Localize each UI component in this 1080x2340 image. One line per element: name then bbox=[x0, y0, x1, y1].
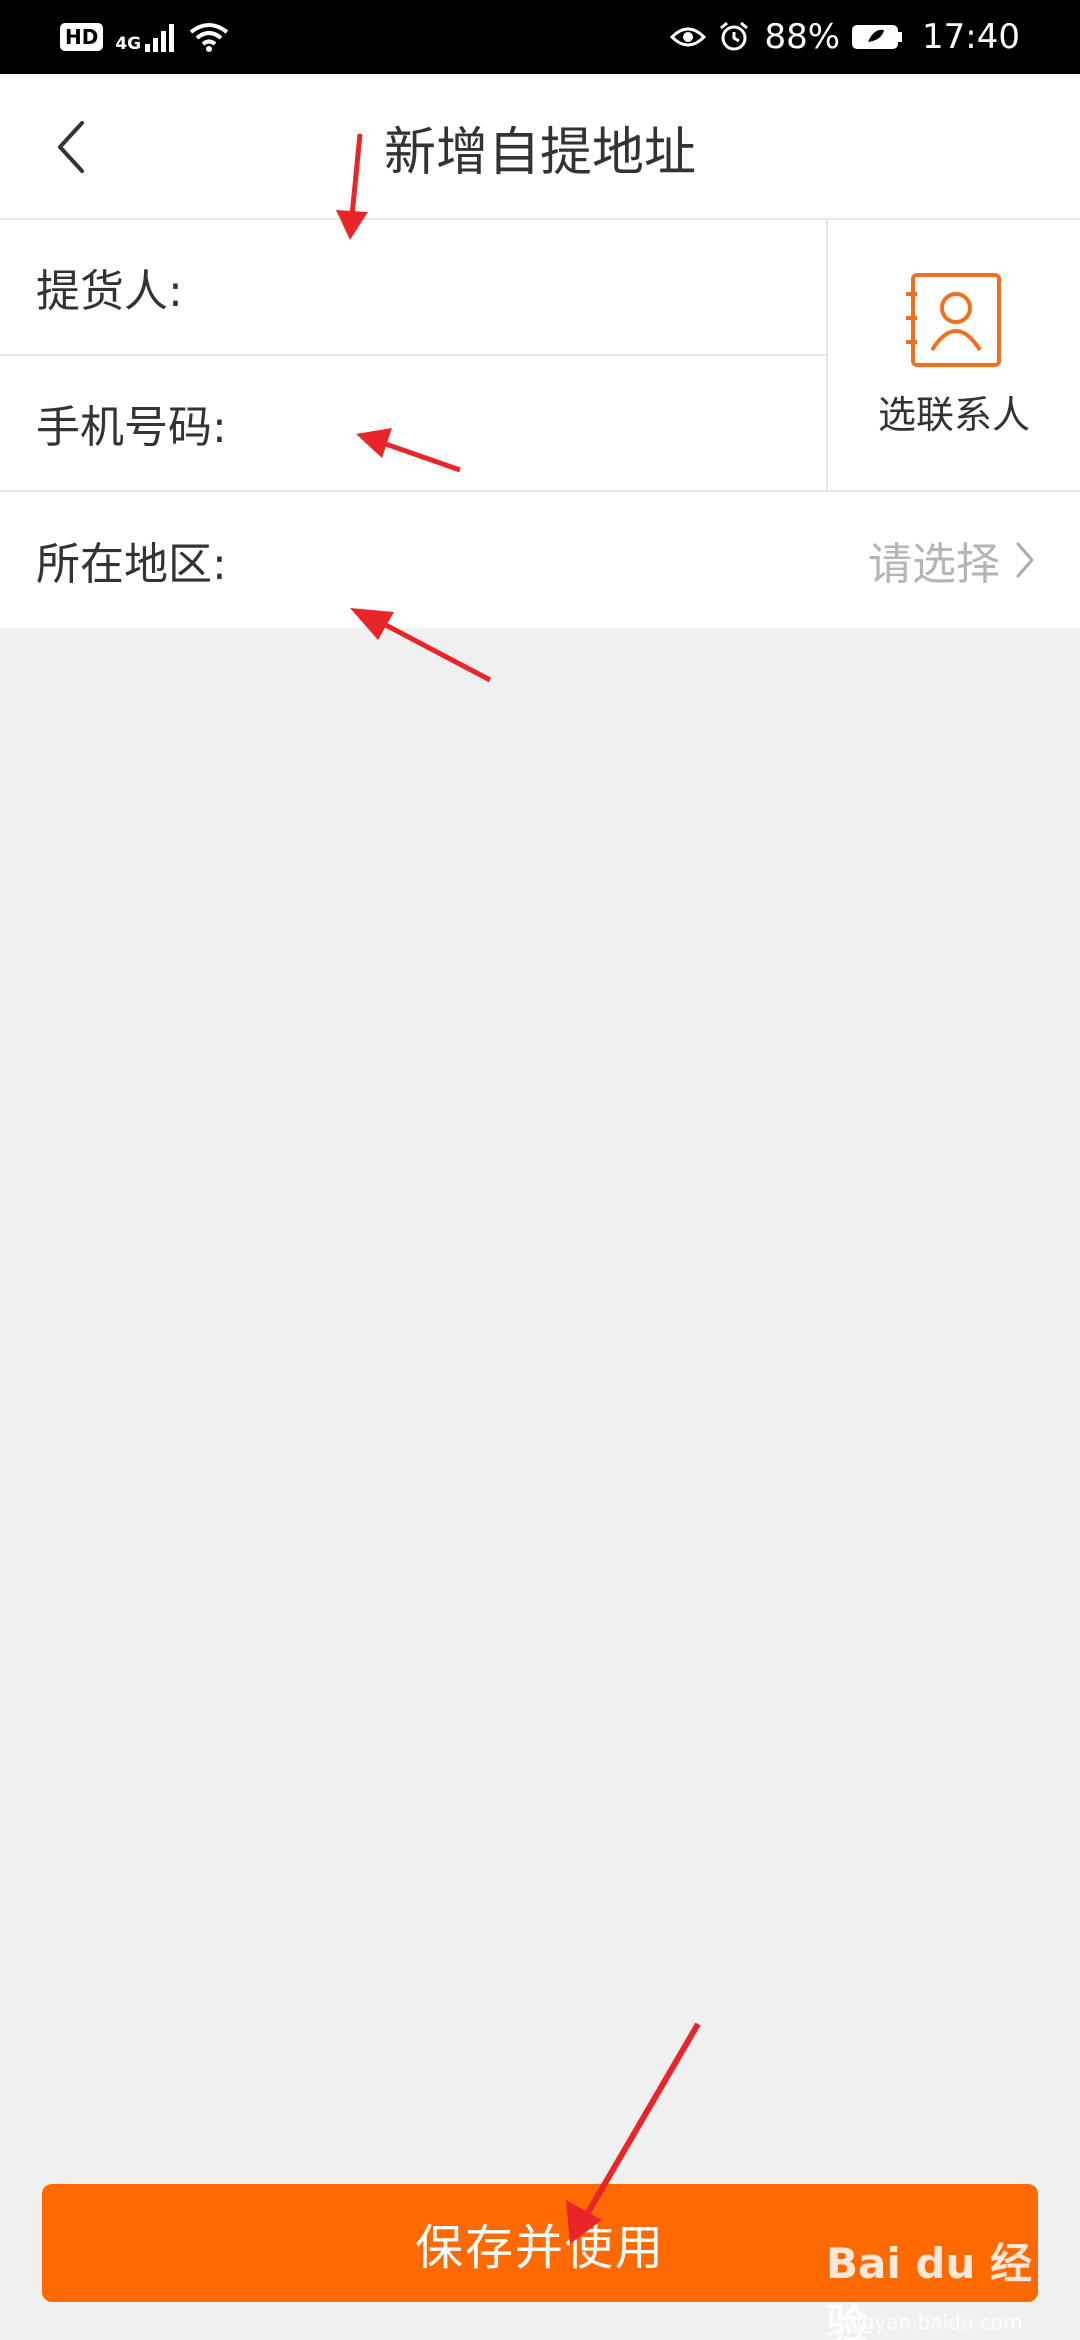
alarm-icon bbox=[720, 21, 749, 51]
phone-row: 手机号码: bbox=[0, 356, 826, 492]
select-contact-label: 选联系人 bbox=[877, 392, 1030, 437]
status-left: HD 4G bbox=[60, 20, 229, 54]
contact-book-icon bbox=[906, 272, 1001, 367]
consignee-input[interactable] bbox=[192, 237, 826, 337]
clock: 17:40 bbox=[922, 17, 1020, 57]
battery-icon bbox=[852, 25, 903, 49]
battery-percent: 88% bbox=[764, 17, 841, 57]
region-label: 所在地区: bbox=[36, 539, 227, 590]
region-selector[interactable]: 请选择 bbox=[868, 528, 1036, 592]
region-placeholder: 请选择 bbox=[868, 539, 1000, 590]
chevron-right-icon bbox=[1016, 542, 1034, 578]
page-title: 新增自提地址 bbox=[383, 122, 696, 183]
hd-badge: HD bbox=[60, 23, 104, 51]
consignee-row: 提货人: bbox=[0, 220, 826, 356]
consignee-label: 提货人: bbox=[36, 266, 183, 317]
network-type: 4G bbox=[115, 34, 142, 54]
status-bar: HD 4G 88% 17:40 bbox=[0, 0, 1080, 74]
eye-icon bbox=[670, 27, 707, 47]
status-right: 88% 17:40 bbox=[670, 17, 1020, 57]
phone-input[interactable] bbox=[236, 373, 826, 473]
address-form: 提货人: 手机号码: 选联系人 所在地区: 请选择 bbox=[0, 220, 1080, 628]
region-row[interactable]: 所在地区: 请选择 bbox=[0, 492, 1080, 628]
baidu-jingyan-watermark: Bai du 经验 jingyan.baidu.com bbox=[826, 2230, 1066, 2340]
watermark-url: jingyan.baidu.com bbox=[838, 2310, 1023, 2334]
wifi-icon bbox=[189, 23, 229, 52]
header: 新增自提地址 bbox=[0, 74, 1080, 220]
select-contact-button[interactable]: 选联系人 bbox=[826, 220, 1080, 492]
phone-label: 手机号码: bbox=[36, 402, 227, 453]
signal-icon bbox=[145, 24, 175, 52]
